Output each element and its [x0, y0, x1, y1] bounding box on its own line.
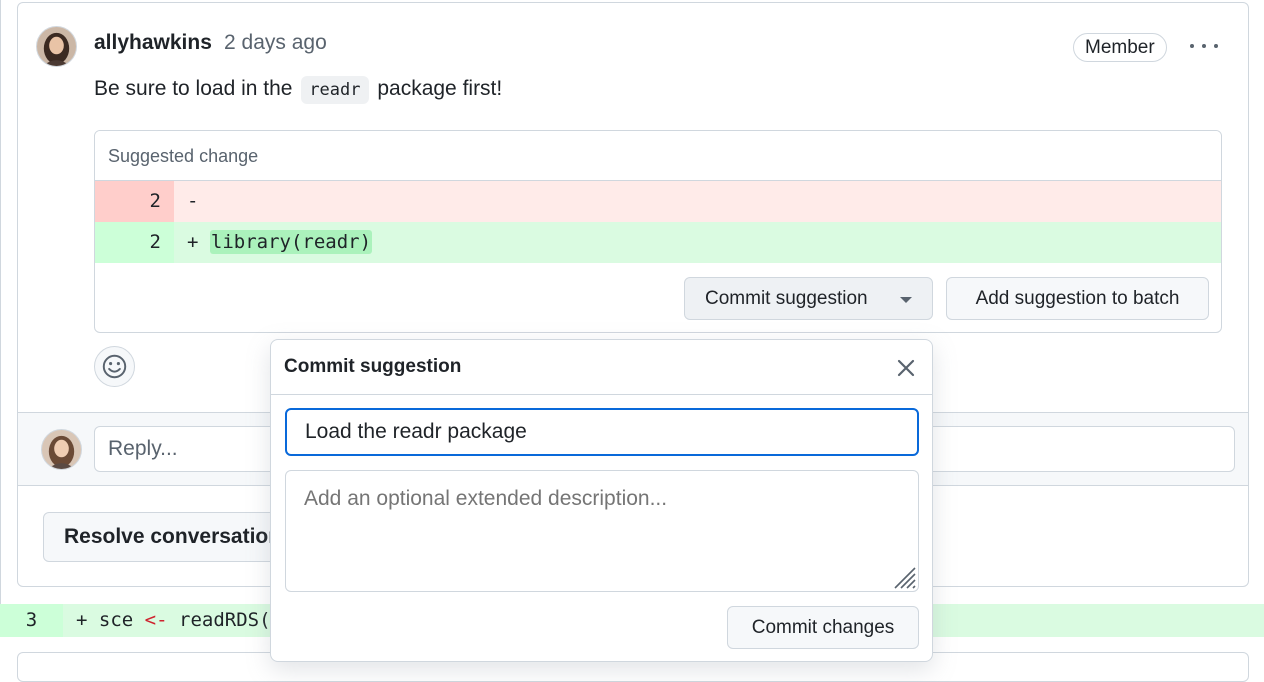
current-user-avatar — [41, 429, 82, 470]
diff-row-addition: 2 + library(readr) — [95, 222, 1221, 263]
diff-line-code: + sce <- readRDS( — [76, 604, 271, 637]
popover-header: Commit suggestion — [271, 340, 932, 395]
diff-sign: - — [187, 190, 199, 212]
popover-title: Commit suggestion — [284, 356, 462, 377]
diff-line-number: 3 — [0, 604, 63, 637]
diff-line-code: + library(readr) — [187, 222, 373, 263]
code-operator: <- — [144, 609, 168, 631]
commit-suggestion-button[interactable]: Commit suggestion — [684, 277, 933, 320]
commit-suggestion-popover: Commit suggestion Commit changes — [270, 339, 933, 662]
diff-sign: + — [76, 609, 88, 631]
gutter-rule — [0, 0, 1, 604]
author-avatar[interactable] — [36, 26, 77, 67]
triangle-down-icon[interactable] — [900, 297, 912, 303]
member-badge: Member — [1073, 33, 1167, 62]
suggested-change-header: Suggested change — [95, 131, 1221, 181]
comment-author[interactable]: allyhawkins — [94, 31, 212, 55]
commit-message-input[interactable] — [285, 408, 919, 456]
resize-handle-icon[interactable] — [891, 564, 917, 590]
smiley-icon[interactable] — [94, 346, 135, 387]
comment-text-after: package first! — [371, 77, 503, 100]
comment-text-before: Be sure to load in the — [94, 77, 299, 100]
diff-added-code: library(readr) — [209, 230, 373, 254]
kebab-horizontal-icon[interactable] — [1186, 36, 1222, 56]
code-token: readRDS( — [167, 609, 271, 631]
diff-line-number: 2 — [95, 181, 174, 222]
diff-row-deletion: 2 - — [95, 181, 1221, 222]
inline-code: readr — [301, 76, 369, 104]
add-suggestion-to-batch-button[interactable]: Add suggestion to batch — [946, 277, 1209, 320]
diff-sign: + — [187, 231, 199, 253]
extended-description-field[interactable] — [285, 470, 919, 592]
x-icon[interactable] — [892, 354, 920, 382]
commit-suggestion-label: Commit suggestion — [705, 288, 868, 309]
diff-line-number: 2 — [95, 222, 174, 263]
comment-body: Be sure to load in the readr package fir… — [94, 74, 502, 105]
comment-timestamp[interactable]: 2 days ago — [224, 31, 327, 55]
commit-changes-button[interactable]: Commit changes — [727, 606, 919, 649]
diff-line-code: - — [187, 181, 198, 222]
code-token: sce — [98, 609, 145, 631]
